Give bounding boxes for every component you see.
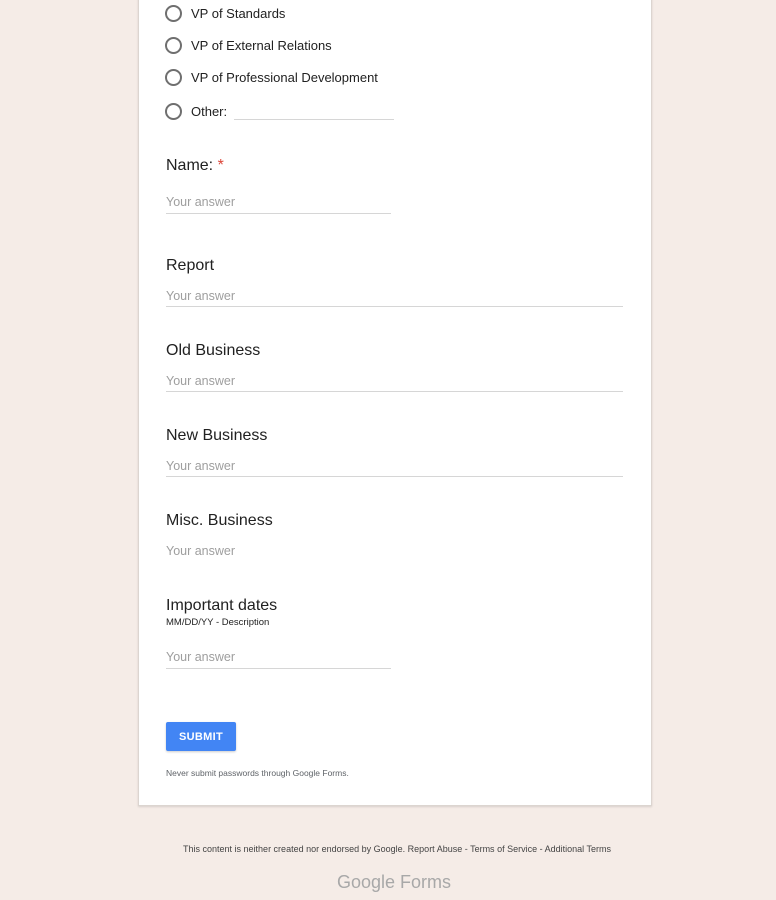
question-important-dates-title: Important dates (166, 597, 278, 614)
important-dates-input-underline (166, 668, 391, 669)
footer: This content is neither created nor endo… (0, 844, 776, 854)
terms-of-service-link[interactable]: Terms of Service (470, 844, 537, 854)
new-business-input-underline (166, 476, 623, 477)
logo-forms-text: Forms (400, 872, 452, 892)
new-business-input[interactable]: Your answer (166, 459, 235, 473)
submit-button[interactable]: SUBMIT (166, 722, 236, 751)
radio-label: VP of Professional Development (191, 69, 378, 85)
radio-label: VP of External Relations (191, 37, 332, 53)
report-input[interactable]: Your answer (166, 289, 235, 303)
question-misc-business-title: Misc. Business (166, 512, 273, 529)
logo-google-text: Google (336, 872, 396, 892)
other-text-input[interactable] (234, 119, 394, 120)
radio-button[interactable] (165, 68, 182, 86)
old-business-input[interactable]: Your answer (166, 374, 235, 388)
question-report-title: Report (166, 257, 215, 274)
report-abuse-link[interactable]: Report Abuse (408, 844, 463, 854)
question-title-text: Name: (166, 157, 214, 174)
radio-option-vp-external-relations[interactable]: VP of External Relations (165, 35, 332, 55)
question-old-business-title: Old Business (166, 342, 261, 359)
question-important-dates-description: MM/DD/YY - Description (166, 617, 270, 628)
old-business-input-underline (166, 391, 623, 392)
radio-label: VP of Standards (191, 5, 286, 21)
important-dates-input[interactable]: Your answer (166, 650, 235, 664)
footer-separator: - (462, 844, 471, 854)
radio-label: Other: (191, 103, 228, 119)
question-new-business-title: New Business (166, 427, 268, 444)
name-input[interactable]: Your answer (166, 195, 235, 209)
additional-terms-link[interactable]: Additional Terms (545, 844, 611, 854)
password-warning: Never submit passwords through Google Fo… (166, 768, 349, 778)
footer-separator: - (537, 844, 545, 854)
question-name-title: Name: * (166, 157, 224, 175)
report-input-underline (166, 306, 623, 307)
google-forms-logo[interactable]: Google Forms (0, 872, 776, 893)
required-asterisk: * (217, 157, 224, 174)
radio-button[interactable] (165, 36, 182, 54)
radio-option-other[interactable]: Other: (165, 101, 227, 121)
radio-option-vp-professional-development[interactable]: VP of Professional Development (165, 67, 378, 87)
misc-business-input[interactable]: Your answer (166, 544, 235, 558)
name-input-underline (166, 213, 391, 214)
radio-button[interactable] (165, 4, 182, 22)
radio-option-vp-standards[interactable]: VP of Standards (165, 3, 285, 23)
radio-button[interactable] (165, 102, 182, 120)
footer-disclaimer: This content is neither created nor endo… (183, 844, 406, 854)
